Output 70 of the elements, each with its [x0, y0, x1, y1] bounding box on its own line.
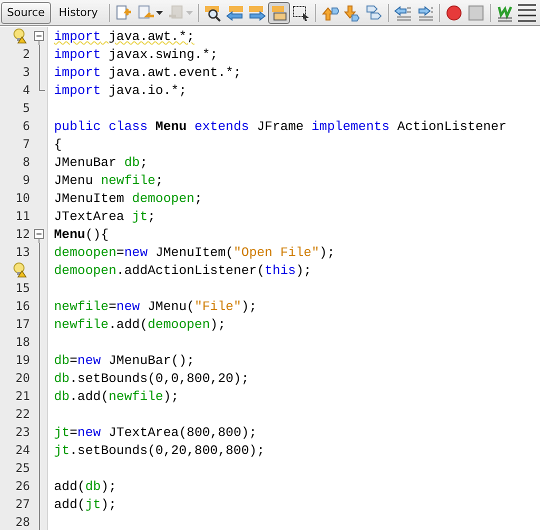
line-number: 8 — [22, 155, 30, 169]
line-number: 19 — [16, 353, 30, 367]
arrow-down-icon — [342, 4, 361, 22]
code-line: JTextArea jt; — [54, 208, 156, 224]
code-line: JMenu newfile; — [54, 172, 164, 188]
code-line: import javax.swing.*; — [54, 46, 218, 62]
arrow-right-icon — [248, 4, 266, 22]
code-line: jt.setBounds(0,20,800,800); — [54, 442, 265, 458]
back-icon — [136, 4, 155, 22]
line-number: 25 — [16, 461, 30, 475]
highlight-icon — [270, 4, 288, 22]
code-line: { — [54, 136, 62, 152]
code-line: import java.awt.event.*; — [54, 64, 242, 80]
line-number: 26 — [16, 479, 30, 493]
line-number: 16 — [16, 299, 30, 313]
caret-icon — [156, 10, 163, 14]
code-line: demoopen.addActionListener(this); — [54, 262, 312, 278]
code-line: demoopen=new JMenuItem("Open File"); — [54, 244, 335, 260]
code-line: JMenuItem demoopen; — [54, 190, 202, 206]
line-number: 18 — [16, 335, 30, 349]
line-number: 12 — [16, 227, 30, 241]
line-number: 21 — [16, 389, 30, 403]
line-number: 22 — [16, 407, 30, 421]
code-line: JMenuBar db; — [54, 154, 148, 170]
code-line: import java.io.*; — [54, 82, 187, 98]
line-number: 6 — [22, 119, 30, 133]
code-line: public class Menu extends JFrame implements ActionListener — [54, 118, 507, 134]
stop-icon — [466, 4, 485, 22]
caret-icon — [186, 10, 193, 14]
line-number: 23 — [16, 425, 30, 439]
find-icon — [204, 4, 222, 22]
line-number: 11 — [16, 209, 30, 223]
code-line: add(jt); — [54, 496, 116, 512]
line-number: 28 — [16, 515, 30, 529]
line-number: 10 — [16, 191, 30, 205]
code-line: db.add(newfile); — [54, 388, 179, 404]
line-number: 17 — [16, 317, 30, 331]
line-number: 4 — [22, 83, 30, 97]
shift-left-icon — [394, 4, 412, 22]
editor-tab[interactable]: Source — [1, 2, 51, 24]
line-number: 3 — [22, 65, 30, 79]
selection-icon — [292, 4, 310, 22]
line-number: 9 — [22, 173, 30, 187]
code-line: import java.awt.*; — [54, 28, 194, 44]
line-number: 27 — [16, 497, 30, 511]
code-line: Menu(){ — [54, 226, 109, 242]
hint-bulb-icon[interactable] — [13, 262, 27, 278]
line-number: 2 — [22, 47, 30, 61]
record-icon — [444, 4, 463, 22]
code-line: db=new JMenuBar(); — [54, 352, 194, 368]
bookmark-icon — [364, 4, 383, 22]
hint-bulb-icon[interactable] — [13, 28, 27, 44]
line-number: 20 — [16, 371, 30, 385]
code-line: newfile.add(demoopen); — [54, 316, 226, 332]
code-line: add(db); — [54, 478, 116, 494]
last-edit-icon — [114, 4, 133, 22]
code-line: db.setBounds(0,0,800,20); — [54, 370, 250, 386]
toolbar-button[interactable] — [516, 2, 538, 24]
toolbar-button[interactable] — [268, 2, 290, 24]
line-number: 24 — [16, 443, 30, 457]
shift-right-icon — [416, 4, 434, 22]
code-line: jt=new JTextArea(800,800); — [54, 424, 257, 440]
arrow-left-icon — [226, 4, 244, 22]
line-number: 7 — [22, 137, 30, 151]
line-number: 15 — [16, 281, 30, 295]
lines-icon — [518, 4, 536, 22]
editor-tab[interactable]: History — [52, 2, 104, 24]
code-line: newfile=new JMenu("File"); — [54, 298, 257, 314]
line-number: 13 — [16, 245, 30, 259]
line-number: 5 — [22, 101, 30, 115]
